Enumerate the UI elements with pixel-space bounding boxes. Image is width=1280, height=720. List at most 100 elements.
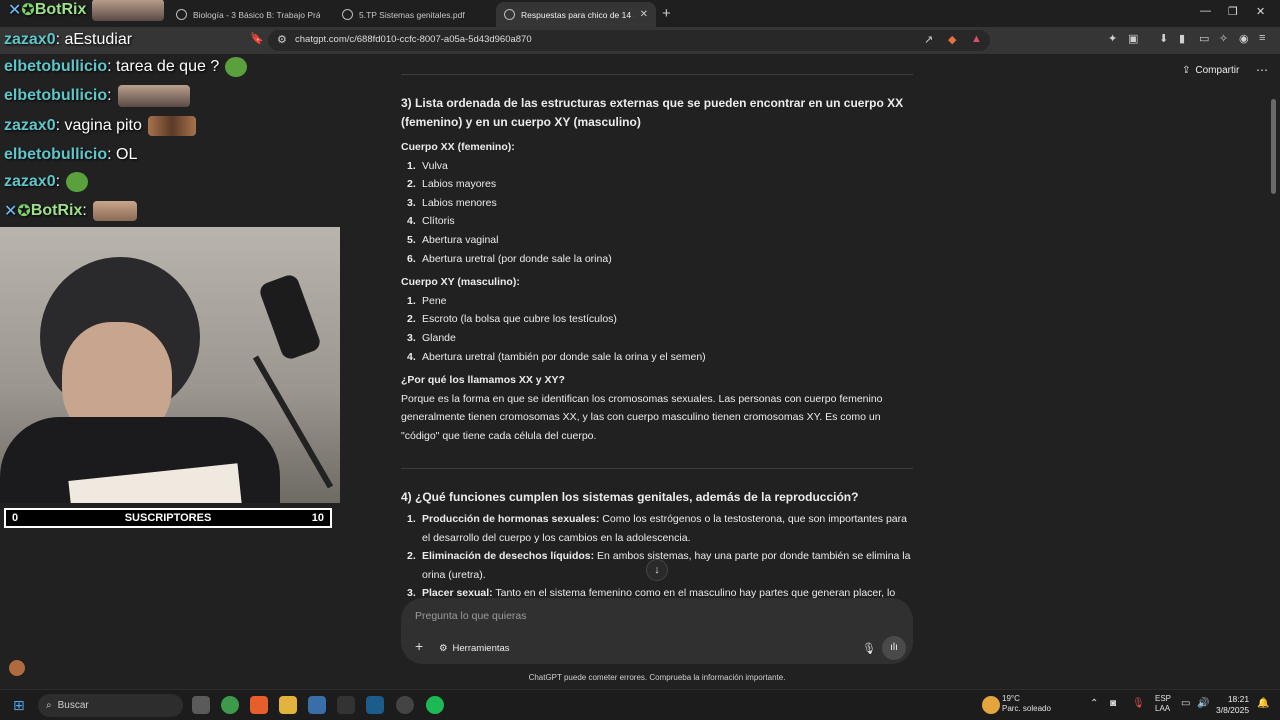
chatgpt-icon [504, 9, 515, 20]
steam-icon[interactable] [366, 696, 384, 714]
chat-message: elbetobullicio: [4, 84, 190, 108]
share-page-icon[interactable]: ↗ [924, 33, 933, 46]
language-indicator[interactable]: ESP LAA [1155, 694, 1171, 714]
stream-chat-overlay: ✕ ✪ BotRix zazax0: aEstudiar elbetobulli… [0, 0, 360, 230]
epic-games-icon[interactable] [337, 696, 355, 714]
task-view-icon[interactable] [192, 696, 210, 714]
share-label: Compartir [1195, 65, 1240, 76]
obs-icon[interactable] [396, 696, 414, 714]
subs-label: SUSCRIPTORES [124, 512, 212, 524]
emote [117, 85, 190, 107]
voice-mode-button[interactable]: ılı [882, 636, 906, 660]
brave-rewards-icon[interactable]: ▲ [971, 33, 982, 45]
section-3-heading: 3) Lista ordenada de las estructuras ext… [401, 96, 904, 129]
file-explorer-icon[interactable] [279, 696, 297, 714]
search-label: Buscar [57, 700, 89, 711]
tools-button[interactable]: ⚙ Herramientas [439, 643, 510, 654]
tab-label: Respuestas para chico de 14 años [521, 9, 634, 20]
section-4-heading: 4) ¿Qué funciones cumplen los sistemas g… [401, 490, 859, 504]
list-item: 1. Producción de hormonas sexuales: Como … [407, 513, 907, 544]
subs-goal: 10 [311, 512, 324, 524]
microphone-icon[interactable]: 🎙 [862, 642, 876, 655]
chat-message: elbetobullicio: tarea de que ? [4, 55, 248, 79]
divider [401, 468, 913, 469]
chat-message: zazax0: vagina pito [4, 114, 196, 138]
emote [92, 0, 165, 21]
scrollbar[interactable] [1271, 99, 1276, 194]
share-icon: ⇪ [1182, 65, 1191, 76]
prompt-input[interactable]: Pregunta lo que quieras [415, 610, 527, 622]
more-options-icon[interactable]: ⋯ [1256, 63, 1268, 77]
weather-widget[interactable]: 19°C Parc. soleado [1002, 694, 1051, 714]
add-attachment-icon[interactable]: + [415, 638, 423, 654]
taskbar-search[interactable]: ⌕ Buscar [38, 694, 183, 717]
menu-icon[interactable]: ≡ [1259, 32, 1265, 44]
list-item: 4. Clítoris [407, 215, 455, 228]
prompt-composer[interactable]: Pregunta lo que quieras + ⚙ Herramientas… [401, 598, 913, 664]
search-icon: ⌕ [46, 700, 52, 711]
notifications-icon[interactable]: 🔔 [1257, 699, 1269, 709]
section-4: 4) ¿Qué funciones cumplen los sistemas g… [401, 488, 913, 598]
address-bar[interactable]: ⚙ chatgpt.com/c/688fd010-ccfc-8007-a05a-… [268, 30, 990, 51]
vpn-icon[interactable]: ◉ [1239, 32, 1249, 45]
tools-icon: ⚙ [439, 643, 448, 654]
disclaimer: ChatGPT puede cometer errores. Comprueba… [528, 673, 786, 682]
chat-message: zazax0: aEstudiar [4, 31, 133, 48]
sword-icon: ✕ [4, 203, 18, 220]
volume-icon[interactable]: 🔊 [1197, 699, 1209, 709]
restore-icon[interactable]: ❐ [1228, 5, 1238, 18]
xy-title: Cuerpo XY (masculino): [401, 276, 520, 289]
windows-start-icon[interactable]: ⊞ [13, 697, 25, 714]
weather-icon[interactable] [982, 696, 1000, 714]
sword-icon: ✕ [8, 2, 22, 19]
network-icon[interactable]: ▭ [1181, 699, 1190, 709]
brave-shield-icon[interactable]: ◆ [948, 33, 956, 46]
subscriber-goal-bar: 0 SUSCRIPTORES 10 [4, 508, 332, 528]
sidebar-icon[interactable]: ▮ [1179, 32, 1185, 45]
emote [225, 57, 248, 77]
windows-taskbar: ⊞ ⌕ Buscar 19°C Parc. soleado ⌃ ◙ 🎙 ESP … [0, 689, 1280, 720]
discord-icon[interactable]: ◙ [1110, 699, 1116, 709]
list-item: 2. Escroto (la bolsa que cubre los testíc… [407, 313, 617, 326]
chat-message: zazax0: [4, 170, 89, 194]
close-tab-icon[interactable]: ✕ [640, 9, 648, 20]
xx-title: Cuerpo XX (femenino): [401, 141, 515, 153]
chat-message: ✕ ✪ BotRix [8, 0, 165, 22]
chrome-icon[interactable] [221, 696, 239, 714]
list-item: 3. Labios menores [407, 196, 497, 209]
close-window-icon[interactable]: ✕ [1256, 5, 1265, 18]
clock[interactable]: 18:21 3/8/2025 [1216, 694, 1249, 716]
list-item: 2. Labios mayores [407, 178, 497, 191]
browser-tab-chatgpt[interactable]: Respuestas para chico de 14 años ✕ [496, 2, 656, 27]
functions-list: 1. Producción de hormonas sexuales: Como … [401, 510, 913, 598]
minimize-icon[interactable]: — [1200, 5, 1211, 17]
download-icon[interactable]: ⬇ [1159, 32, 1168, 45]
brave-icon[interactable] [250, 696, 268, 714]
verified-icon: ✪ [17, 203, 31, 220]
share-button[interactable]: ⇪ Compartir [1182, 65, 1239, 76]
list-item: 4. Abertura uretral (también por donde sa… [407, 350, 706, 363]
list-item: 3. Glande [407, 331, 456, 344]
extensions-icon[interactable]: ✦ [1108, 32, 1117, 45]
webcam-feed [0, 227, 340, 503]
new-tab-icon[interactable]: + [662, 5, 671, 22]
emote [66, 172, 89, 192]
mic-muted-icon[interactable]: 🎙 [1132, 699, 1145, 709]
list-item: 6. Abertura uretral (por donde sale la or… [407, 252, 612, 265]
chat-message: ✕ ✪ BotRix: [4, 199, 137, 223]
section-3: 3) Lista ordenada de las estructuras ext… [401, 94, 913, 446]
wallet-icon[interactable]: ▭ [1199, 32, 1209, 45]
screenshot-icon[interactable]: ▣ [1128, 32, 1138, 45]
divider [401, 74, 913, 75]
list-item: 1. Vulva [407, 159, 448, 172]
tray-expand-icon[interactable]: ⌃ [1090, 699, 1098, 709]
store-icon[interactable] [308, 696, 326, 714]
emote [147, 116, 196, 136]
why-title: ¿Por qué los llamamos XX y XY? [401, 374, 565, 387]
ai-icon[interactable]: ✧ [1219, 32, 1228, 45]
verified-icon: ✪ [21, 2, 35, 19]
spotify-icon[interactable] [426, 696, 444, 714]
why-text: Porque es la forma en que se identifican… [401, 392, 883, 442]
avatar[interactable] [9, 660, 25, 676]
scroll-down-button[interactable]: ↓ [646, 559, 668, 581]
